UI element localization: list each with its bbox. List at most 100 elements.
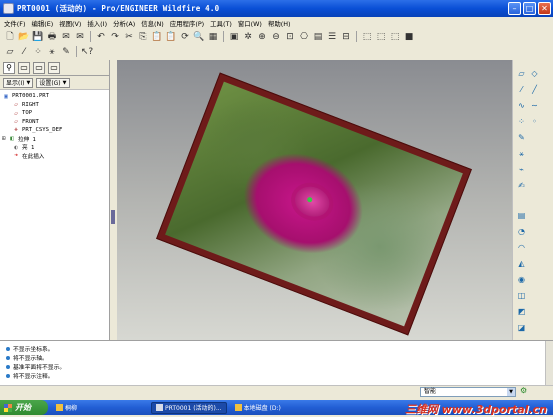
- repaint-icon[interactable]: ▣: [228, 31, 240, 43]
- annotation-display-icon[interactable]: ✎: [60, 46, 72, 58]
- datum-point-display-icon[interactable]: ⁘: [32, 46, 44, 58]
- minimize-button[interactable]: –: [508, 2, 521, 15]
- redo-icon[interactable]: ↷: [109, 31, 121, 43]
- open-file-icon[interactable]: 📂: [18, 31, 30, 43]
- email-link-icon[interactable]: ✉: [74, 31, 86, 43]
- menu-edit[interactable]: 编辑(E): [31, 19, 53, 28]
- tree-item-csys[interactable]: ⚹ PRT_CSYS_DEF: [2, 126, 109, 135]
- paste-icon[interactable]: 📋: [151, 31, 163, 43]
- revolve-tool-icon[interactable]: ◔: [516, 226, 527, 237]
- taskbar-item-disk[interactable]: 本地磁盘 (D:): [231, 402, 285, 414]
- tree-item-extrude[interactable]: ⊞ ◧ 拉伸 1: [2, 135, 109, 144]
- datum-axis-display-icon[interactable]: ⁄: [18, 46, 30, 58]
- find-icon[interactable]: 🔍: [193, 31, 205, 43]
- save-icon[interactable]: 💾: [32, 31, 44, 43]
- tree-item-insert-here[interactable]: ➜ 在此插入: [2, 152, 109, 161]
- copy-icon[interactable]: ⎘: [137, 31, 149, 43]
- csys-tool-icon[interactable]: ⚹: [516, 148, 527, 159]
- show-dropdown[interactable]: 显示(I) ▼: [3, 77, 34, 88]
- no-hidden-icon[interactable]: ⬚: [389, 31, 401, 43]
- zoom-in-icon[interactable]: ⊕: [256, 31, 268, 43]
- title-bar[interactable]: PRT0001 (活动的) - Pro/ENGINEER Wildfire 4.…: [0, 0, 553, 17]
- blend-tool-icon[interactable]: ◭: [516, 258, 527, 269]
- new-file-icon[interactable]: 🗋: [4, 31, 16, 43]
- selection-filter-icon[interactable]: ▦: [207, 31, 219, 43]
- selection-filter-select[interactable]: 智能 ▼: [420, 387, 516, 397]
- hole-tool-icon[interactable]: ◉: [516, 274, 527, 285]
- point-icon[interactable]: ◦: [529, 116, 540, 127]
- message-scrollbar[interactable]: [545, 341, 553, 386]
- saved-views-icon[interactable]: ▤: [312, 31, 324, 43]
- draft-tool-icon[interactable]: ◪: [516, 322, 527, 333]
- main-toolbar: 🗋 📂 💾 🖶 ✉ ✉ ↶ ↷ ✂ ⎘ 📋 📋 ⟳ 🔍 ▦ ▣ ✲ ⊕ ⊖ ⊡ …: [0, 29, 553, 44]
- sketch-tool-icon[interactable]: ✎: [516, 132, 527, 143]
- csys-display-icon[interactable]: ⚹: [46, 46, 58, 58]
- menu-analysis[interactable]: 分析(A): [113, 19, 135, 28]
- panel-splitter[interactable]: [110, 60, 117, 340]
- favorites-tab-icon[interactable]: ▭: [33, 61, 45, 74]
- spin-center-icon[interactable]: ✲: [242, 31, 254, 43]
- menu-tools[interactable]: 工具(T): [210, 19, 232, 28]
- sketch-plane-icon[interactable]: ◇: [529, 68, 540, 79]
- toolbar-separator: [356, 31, 357, 42]
- datum-curve-tool-icon[interactable]: ∿: [516, 100, 527, 111]
- reorient-icon[interactable]: ⎔: [298, 31, 310, 43]
- hidden-line-icon[interactable]: ⬚: [375, 31, 387, 43]
- wireframe-icon[interactable]: ⬚: [361, 31, 373, 43]
- toolbar-separator: [76, 46, 77, 57]
- datum-point-tool-icon[interactable]: ⁘: [516, 116, 527, 127]
- tree-item-right[interactable]: ▱ RIGHT: [2, 101, 109, 110]
- sweep-tool-icon[interactable]: ◠: [516, 242, 527, 253]
- cut-icon[interactable]: ✂: [123, 31, 135, 43]
- tree-item-shade[interactable]: ◐ 亮 1: [2, 143, 109, 152]
- model-tree-tab-icon[interactable]: ⚲: [3, 61, 15, 74]
- selection-status-icon[interactable]: ⚙: [520, 386, 527, 395]
- axis-icon[interactable]: ╱: [529, 84, 540, 95]
- taskbar-item[interactable]: 桐柳: [52, 402, 81, 414]
- splitter-grip[interactable]: [111, 210, 115, 224]
- menu-file[interactable]: 文件(F): [4, 19, 25, 28]
- connections-tab-icon[interactable]: ▭: [48, 61, 60, 74]
- datum-plane-tool-icon[interactable]: ▱: [516, 68, 527, 79]
- menu-insert[interactable]: 插入(I): [87, 19, 107, 28]
- datum-axis-tool-icon[interactable]: ⁄: [516, 84, 527, 95]
- tree-item-label: PRT0001.PRT: [12, 93, 50, 100]
- undo-icon[interactable]: ↶: [95, 31, 107, 43]
- maximize-button[interactable]: □: [523, 2, 536, 15]
- rib-tool-icon[interactable]: ◩: [516, 306, 527, 317]
- settings-dropdown[interactable]: 设置(G) ▼: [36, 77, 70, 88]
- shading-icon[interactable]: ■: [403, 31, 415, 43]
- proe-window: PRT0001 (活动的) - Pro/ENGINEER Wildfire 4.…: [0, 0, 553, 400]
- email-icon[interactable]: ✉: [60, 31, 72, 43]
- menu-info[interactable]: 信息(N): [141, 19, 164, 28]
- datum-plane-display-icon[interactable]: ▱: [4, 46, 16, 58]
- start-button[interactable]: 开始: [0, 400, 48, 415]
- menu-help[interactable]: 帮助(H): [268, 19, 291, 28]
- curve-icon[interactable]: ∼: [529, 100, 540, 111]
- context-help-icon[interactable]: ↖?: [81, 46, 93, 58]
- view-manager-icon[interactable]: ⊟: [340, 31, 352, 43]
- graphics-window[interactable]: [117, 60, 512, 340]
- print-icon[interactable]: 🖶: [46, 31, 58, 43]
- tree-item-front[interactable]: ▱ FRONT: [2, 118, 109, 127]
- tree-item-part[interactable]: ▣ PRT0001.PRT: [2, 92, 109, 101]
- close-button[interactable]: ✕: [538, 2, 551, 15]
- refit-icon[interactable]: ⊡: [284, 31, 296, 43]
- taskbar-item-label: 桐柳: [65, 405, 78, 412]
- analysis-tool-icon[interactable]: ⌁: [516, 164, 527, 175]
- extrude-tool-icon[interactable]: ▤: [516, 210, 527, 221]
- annotation-tool-icon[interactable]: ✍: [516, 180, 527, 191]
- taskbar-item-proe[interactable]: PRT0001 (活动的)...: [151, 401, 227, 414]
- layers-icon[interactable]: ☰: [326, 31, 338, 43]
- shell-tool-icon[interactable]: ◫: [516, 290, 527, 301]
- settings-dropdown-label: 设置(G): [39, 80, 61, 87]
- menu-applications[interactable]: 应用程序(P): [170, 19, 204, 28]
- menu-view[interactable]: 视图(V): [59, 19, 81, 28]
- menu-window[interactable]: 窗口(W): [238, 19, 262, 28]
- paste-special-icon[interactable]: 📋: [165, 31, 177, 43]
- folder-browser-tab-icon[interactable]: ▭: [18, 61, 30, 74]
- zoom-out-icon[interactable]: ⊖: [270, 31, 282, 43]
- tree-item-top[interactable]: ▱ TOP: [2, 109, 109, 118]
- regenerate-icon[interactable]: ⟳: [179, 31, 191, 43]
- textured-plate[interactable]: [156, 72, 472, 336]
